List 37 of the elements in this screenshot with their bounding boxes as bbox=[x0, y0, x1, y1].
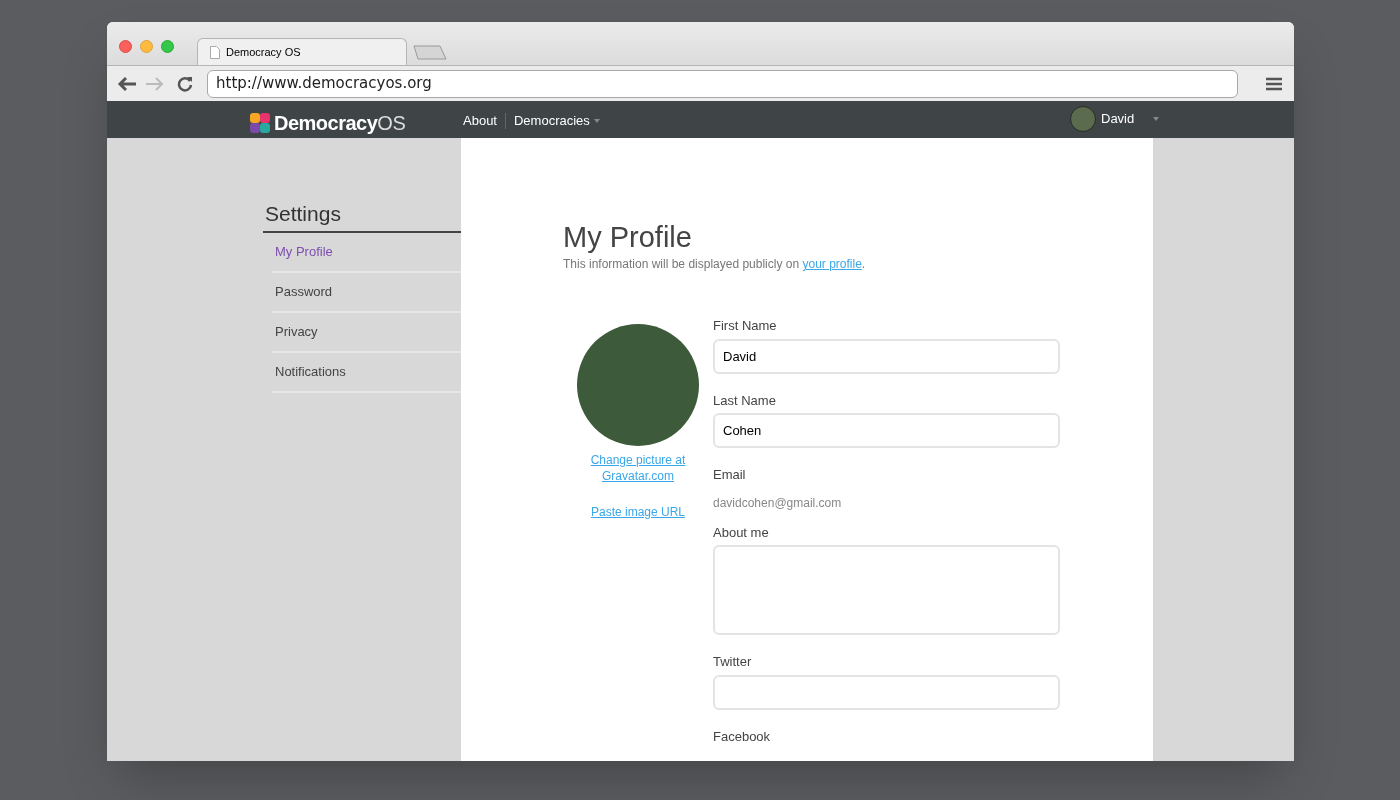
logo-text[interactable]: DemocracyOS bbox=[274, 108, 406, 138]
close-window-button[interactable] bbox=[119, 40, 132, 53]
sidebar-item[interactable]: Privacy bbox=[275, 321, 318, 342]
field-label: Email bbox=[713, 466, 747, 484]
menu-icon[interactable] bbox=[1266, 76, 1282, 91]
user-avatar[interactable] bbox=[1070, 106, 1096, 132]
maximize-window-button[interactable] bbox=[161, 40, 174, 53]
minimize-window-button[interactable] bbox=[140, 40, 153, 53]
user-menu[interactable]: David bbox=[1101, 109, 1135, 129]
input-field[interactable] bbox=[713, 674, 1060, 710]
tab-title: Democracy OS bbox=[226, 44, 301, 60]
description-text: This information will be displayed publicly on your profile. bbox=[563, 256, 867, 273]
sidebar-item[interactable]: My Profile bbox=[275, 241, 333, 262]
back-arrow-icon[interactable] bbox=[117, 75, 137, 92]
input-field[interactable]: Cohen bbox=[713, 413, 1060, 448]
page-title: My Profile bbox=[563, 220, 693, 254]
input-field[interactable]: David bbox=[713, 338, 1060, 374]
new-tab-button[interactable] bbox=[413, 45, 447, 60]
logo-icon bbox=[249, 112, 271, 134]
textarea-field[interactable] bbox=[713, 545, 1060, 635]
email-text: davidcohen@gmail.com bbox=[713, 494, 843, 512]
document-icon bbox=[210, 45, 220, 59]
caret-icon bbox=[593, 118, 600, 123]
reload-icon[interactable] bbox=[177, 75, 193, 92]
sidebar-item[interactable]: Notifications bbox=[275, 361, 346, 382]
nav-link[interactable]: About bbox=[463, 111, 497, 131]
address-bar[interactable]: http://www.democracyos.org bbox=[207, 69, 1238, 98]
field-label: About me bbox=[713, 523, 770, 542]
field-label: Last Name bbox=[713, 391, 777, 410]
field-label: First Name bbox=[713, 317, 778, 335]
field-label: Facebook bbox=[713, 727, 772, 746]
browser-tab[interactable]: Democracy OS bbox=[197, 38, 407, 65]
forward-arrow-icon[interactable] bbox=[145, 75, 165, 92]
sidebar-item[interactable]: Password bbox=[275, 281, 333, 302]
nav-link[interactable]: Democracies bbox=[514, 111, 600, 131]
field-label: Twitter bbox=[713, 653, 753, 671]
caret-icon bbox=[1153, 117, 1160, 121]
